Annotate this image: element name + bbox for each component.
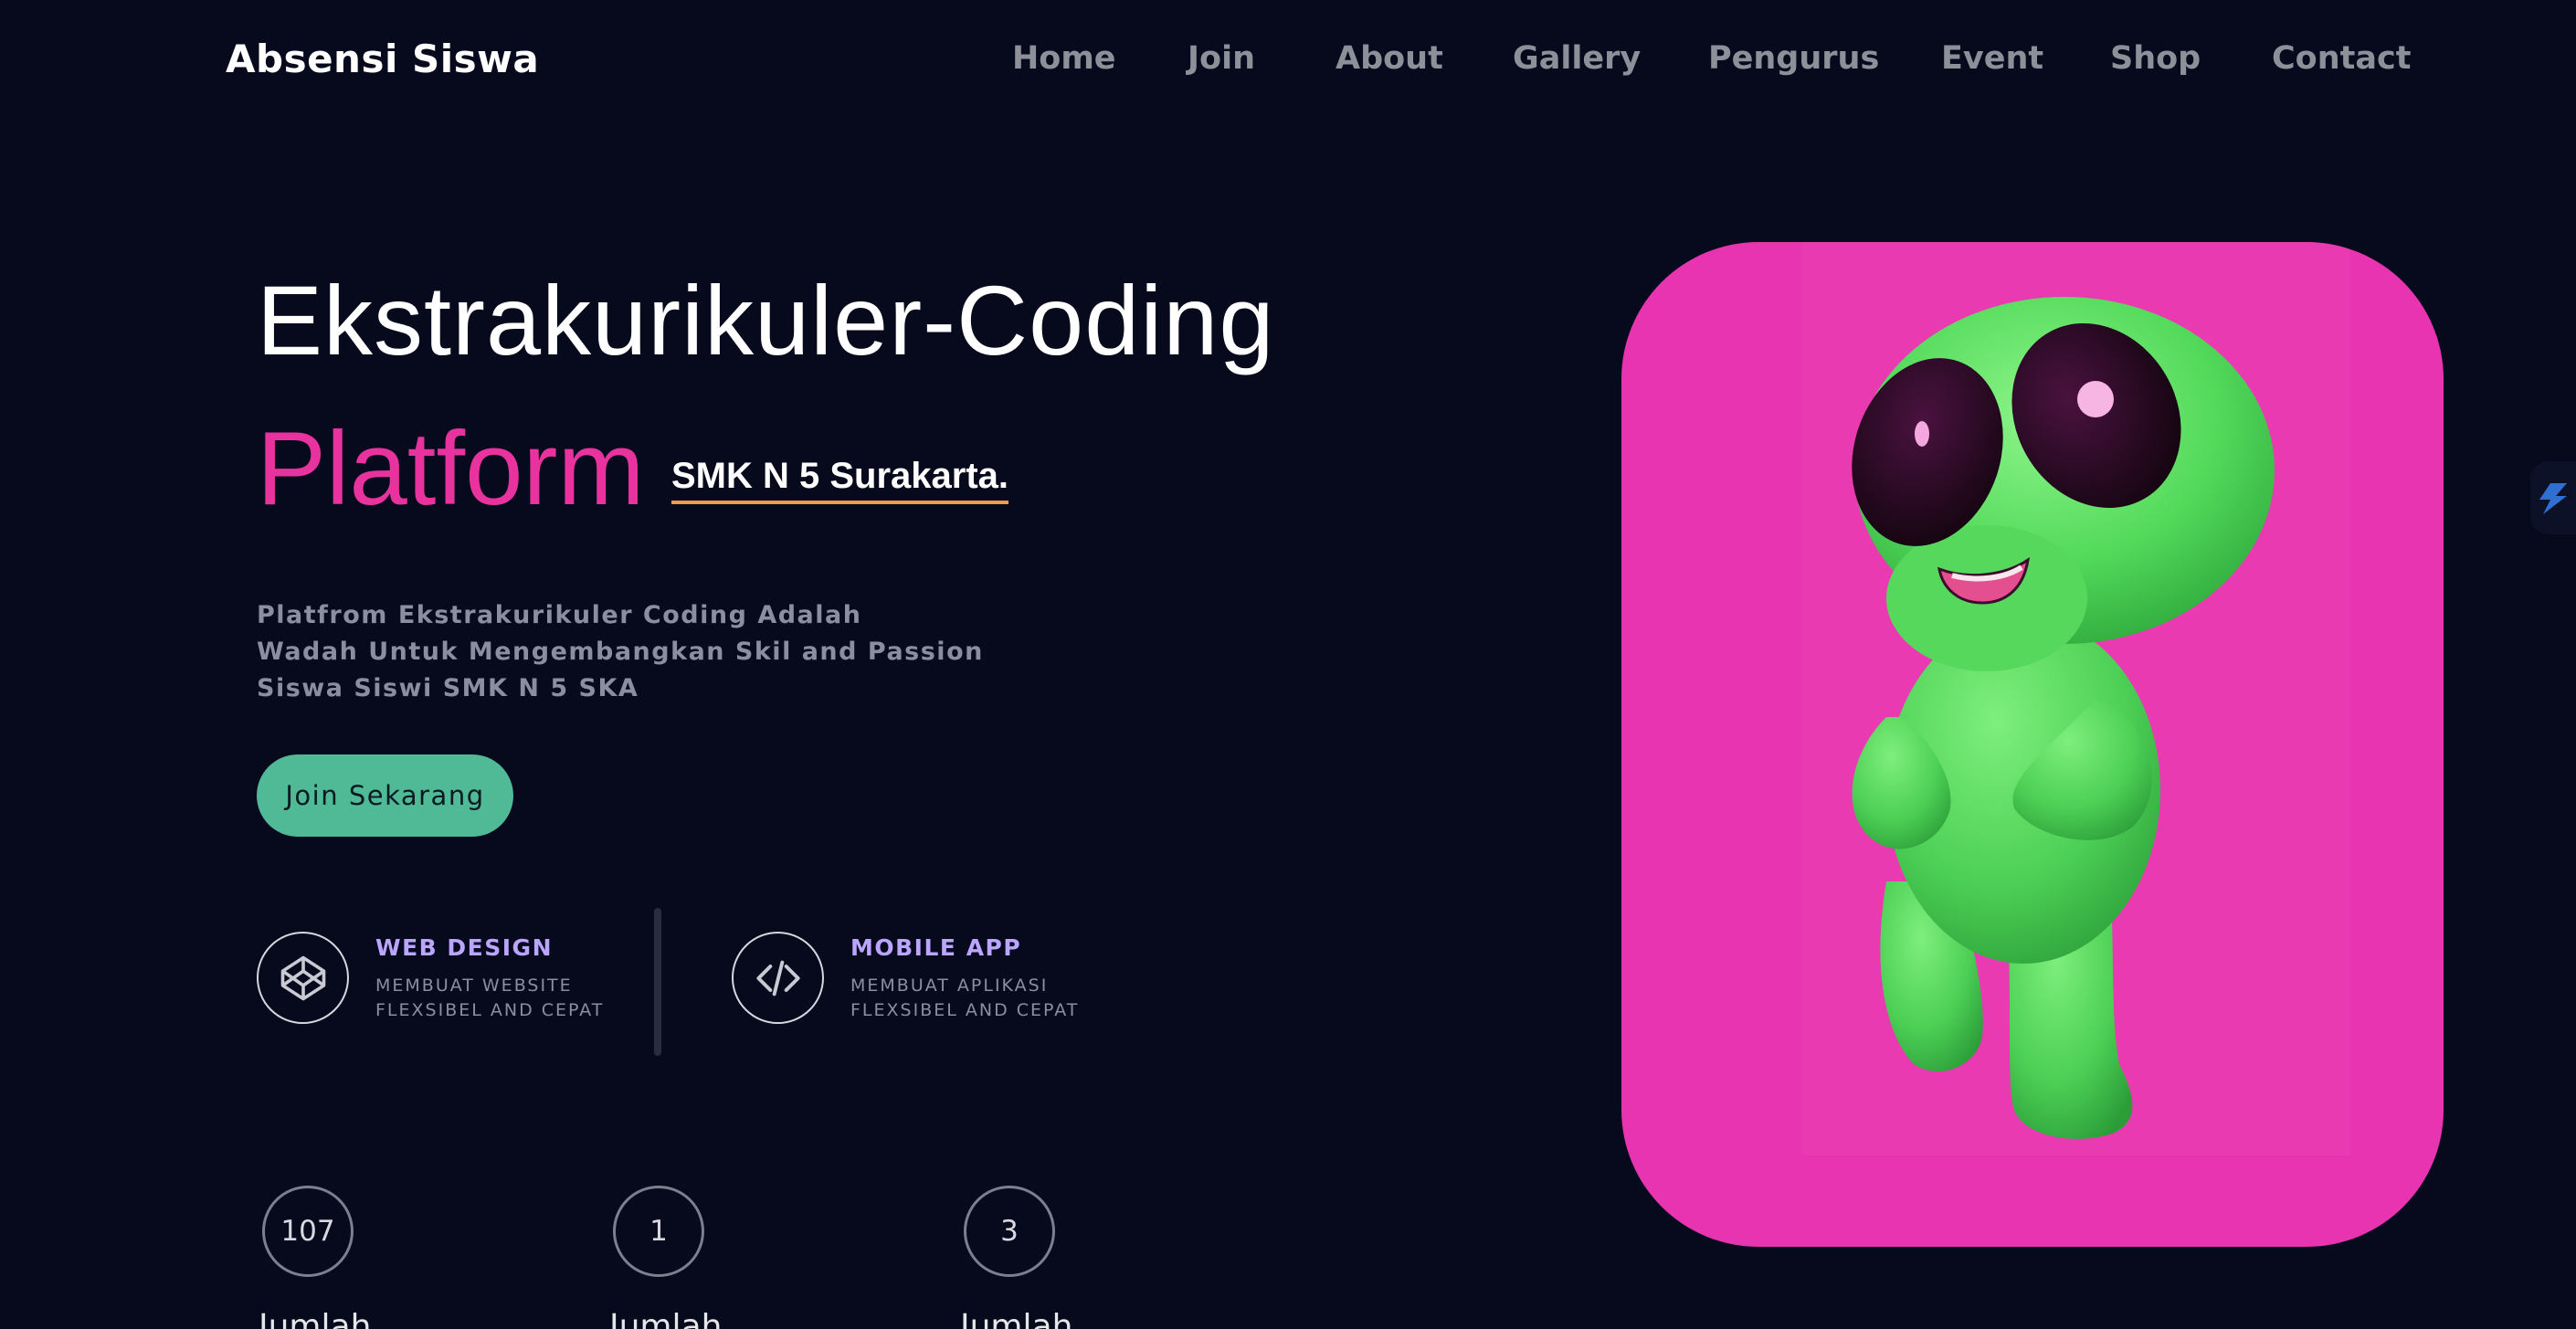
service-title: WEB DESIGN (375, 934, 553, 961)
side-toggle-widget[interactable] (2530, 461, 2576, 534)
description-line: Siswa Siswi SMK N 5 SKA (257, 674, 639, 702)
stat-label-3: Jumlah (960, 1308, 1073, 1329)
service-divider (654, 908, 661, 1056)
stat-count-3: 3 (964, 1186, 1055, 1277)
description-line: Wadah Untuk Mengembangkan Skil and Passi… (257, 638, 984, 666)
school-name: SMK N 5 Surakarta. (671, 456, 1009, 504)
brand-logo[interactable]: Absensi Siswa (226, 37, 539, 81)
nav-event[interactable]: Event (1941, 40, 2043, 77)
service-description: MEMBUAT APLIKASI FLEXSIBEL AND CEPAT (850, 974, 1079, 1023)
stat-count-2: 1 (613, 1186, 704, 1277)
nav-home[interactable]: Home (1012, 40, 1116, 77)
service-web-design: WEB DESIGN MEMBUAT WEBSITE FLEXSIBEL AND… (257, 932, 604, 1024)
service-title: MOBILE APP (850, 934, 1022, 961)
service-description: MEMBUAT WEBSITE FLEXSIBEL AND CEPAT (375, 974, 604, 1023)
nav-join[interactable]: Join (1188, 40, 1255, 77)
nav-gallery[interactable]: Gallery (1513, 40, 1641, 77)
nav-contact[interactable]: Contact (2272, 40, 2411, 77)
nav-pengurus[interactable]: Pengurus (1708, 40, 1879, 77)
service-desc-line: FLEXSIBEL AND CEPAT (375, 1000, 605, 1020)
hero-subtitle: Platform (257, 411, 645, 527)
service-mobile-app: MOBILE APP MEMBUAT APLIKASI FLEXSIBEL AN… (732, 932, 1079, 1024)
alien-mascot-illustration (1802, 242, 2350, 1155)
service-desc-line: FLEXSIBEL AND CEPAT (850, 1000, 1080, 1020)
stat-label-1: Jumlah (259, 1308, 372, 1329)
service-desc-line: MEMBUAT WEBSITE (375, 976, 573, 996)
hero-title: Ekstrakurikuler-Coding (257, 265, 1275, 375)
join-sekarang-button[interactable]: Join Sekarang (257, 754, 513, 837)
codepen-icon (257, 932, 349, 1024)
code-icon (732, 932, 824, 1024)
lightning-icon (2539, 483, 2567, 514)
description-line: Platfrom Ekstrakurikuler Coding Adalah (257, 601, 862, 629)
hero-image-card (1621, 242, 2444, 1247)
stat-label-2: Jumlah (609, 1308, 723, 1329)
nav-shop[interactable]: Shop (2110, 40, 2201, 77)
service-desc-line: MEMBUAT APLIKASI (850, 976, 1049, 996)
nav-about[interactable]: About (1336, 40, 1443, 77)
hero-description: Platfrom Ekstrakurikuler Coding Adalah W… (257, 597, 984, 707)
stat-count-1: 107 (262, 1186, 354, 1277)
